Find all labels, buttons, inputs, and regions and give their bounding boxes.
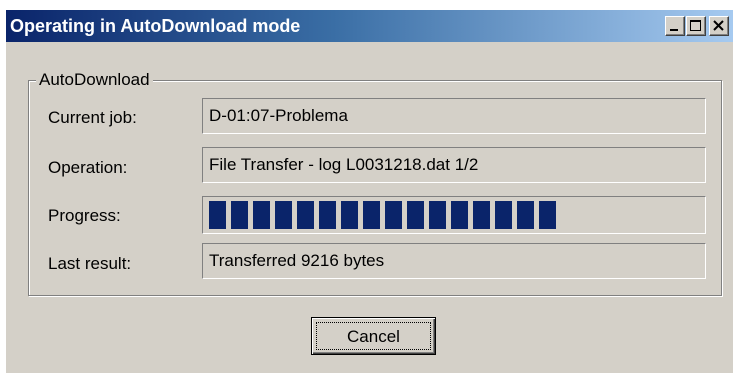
cancel-button[interactable]: Cancel [311, 317, 436, 355]
maximize-button[interactable] [686, 16, 706, 36]
window-title: Operating in AutoDownload mode [10, 16, 301, 36]
minimize-icon [670, 29, 678, 31]
operation-value: File Transfer - log L0031218.dat 1/2 [209, 155, 479, 174]
progress-block [385, 201, 402, 229]
cancel-button-label: Cancel [347, 327, 400, 346]
progress-block [517, 201, 534, 229]
progress-fill [209, 201, 561, 229]
close-button[interactable] [709, 16, 729, 36]
progress-block [429, 201, 446, 229]
progress-block [495, 201, 512, 229]
progress-block [451, 201, 468, 229]
progress-block [363, 201, 380, 229]
last-result-value: Transferred 9216 bytes [209, 251, 385, 270]
groupbox-legend: AutoDownload [36, 70, 153, 90]
progress-block [341, 201, 358, 229]
operation-label: Operation: [48, 158, 128, 177]
maximize-icon [690, 20, 701, 31]
operation-field: File Transfer - log L0031218.dat 1/2 [202, 147, 706, 183]
current-job-field: D-01:07-Problema [202, 98, 706, 134]
close-icon [713, 20, 724, 31]
autodownload-window: Operating in AutoDownload mode AutoDownl… [6, 10, 733, 373]
title-bar[interactable]: Operating in AutoDownload mode [6, 10, 733, 42]
progress-block [275, 201, 292, 229]
progress-block [539, 201, 556, 229]
progress-block [253, 201, 270, 229]
current-job-value: D-01:07-Problema [209, 106, 348, 125]
progress-block [209, 201, 226, 229]
current-job-label: Current job: [48, 108, 137, 127]
progress-label: Progress: [48, 206, 121, 225]
last-result-label: Last result: [48, 254, 132, 273]
progress-block [407, 201, 424, 229]
progress-block [319, 201, 336, 229]
progress-block [473, 201, 490, 229]
progress-block [231, 201, 248, 229]
progress-block [297, 201, 314, 229]
minimize-button[interactable] [665, 16, 685, 36]
progress-bar [202, 196, 706, 234]
last-result-field: Transferred 9216 bytes [202, 243, 706, 279]
